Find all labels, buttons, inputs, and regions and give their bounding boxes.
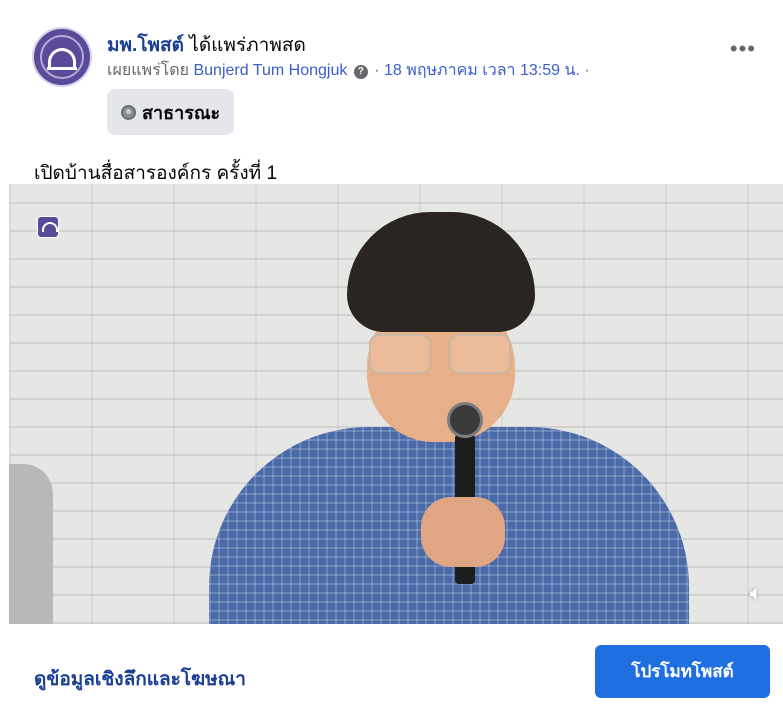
post-action-text: ได้แพร่ภาพสด bbox=[189, 35, 306, 56]
page-avatar[interactable] bbox=[32, 27, 92, 87]
post-header: มพ.โพสต์ ได้แพร่ภาพสด เผยแพร่โดย Bunjerd… bbox=[32, 24, 772, 144]
post-title-line: มพ.โพสต์ ได้แพร่ภาพสด bbox=[107, 30, 306, 60]
meta-trailing-separator: · bbox=[584, 62, 590, 79]
published-by-label: เผยแพร่โดย bbox=[107, 62, 190, 79]
promote-post-button[interactable]: โปรโมทโพสต์ bbox=[595, 645, 770, 698]
ellipsis-icon[interactable]: ••• bbox=[730, 38, 756, 60]
question-circle-icon[interactable]: ? bbox=[353, 65, 368, 79]
privacy-button[interactable]: สาธารณะ bbox=[107, 89, 235, 135]
speaker-muted-icon[interactable]: 🔈︎ bbox=[750, 580, 763, 606]
glasses-lens-left bbox=[369, 334, 431, 374]
video-speaker bbox=[209, 212, 689, 624]
post-footer: ดูข้อมูลเชิงลึกและโฆษณา โปรโมทโพสต์ bbox=[0, 624, 783, 715]
globe-icon bbox=[121, 104, 136, 120]
avatar-base bbox=[47, 67, 77, 70]
speaker-hair bbox=[347, 212, 535, 332]
glasses-lens-right bbox=[449, 334, 511, 374]
meta-separator: · bbox=[374, 62, 380, 79]
post-meta-line: เผยแพร่โดย Bunjerd Tum Hongjuk ? · 18 พฤ… bbox=[107, 58, 590, 83]
facebook-post: มพ.โพสต์ ได้แพร่ภาพสด เผยแพร่โดย Bunjerd… bbox=[0, 0, 783, 715]
speaker-hand bbox=[421, 497, 505, 567]
privacy-label: สาธารณะ bbox=[142, 102, 221, 123]
speaker-glasses bbox=[369, 334, 514, 374]
insights-and-ads-link[interactable]: ดูข้อมูลเชิงลึกและโฆษณา bbox=[34, 664, 246, 694]
page-logo-icon bbox=[37, 216, 59, 238]
author-link[interactable]: Bunjerd Tum Hongjuk bbox=[193, 62, 347, 79]
page-name-link[interactable]: มพ.โพสต์ bbox=[107, 35, 184, 56]
microphone-head bbox=[447, 402, 483, 438]
post-timestamp-link[interactable]: 18 พฤษภาคม เวลา 13:59 น. bbox=[384, 62, 580, 79]
video-side-figure bbox=[9, 464, 53, 624]
live-video-player[interactable]: 🔈︎ bbox=[9, 184, 783, 624]
